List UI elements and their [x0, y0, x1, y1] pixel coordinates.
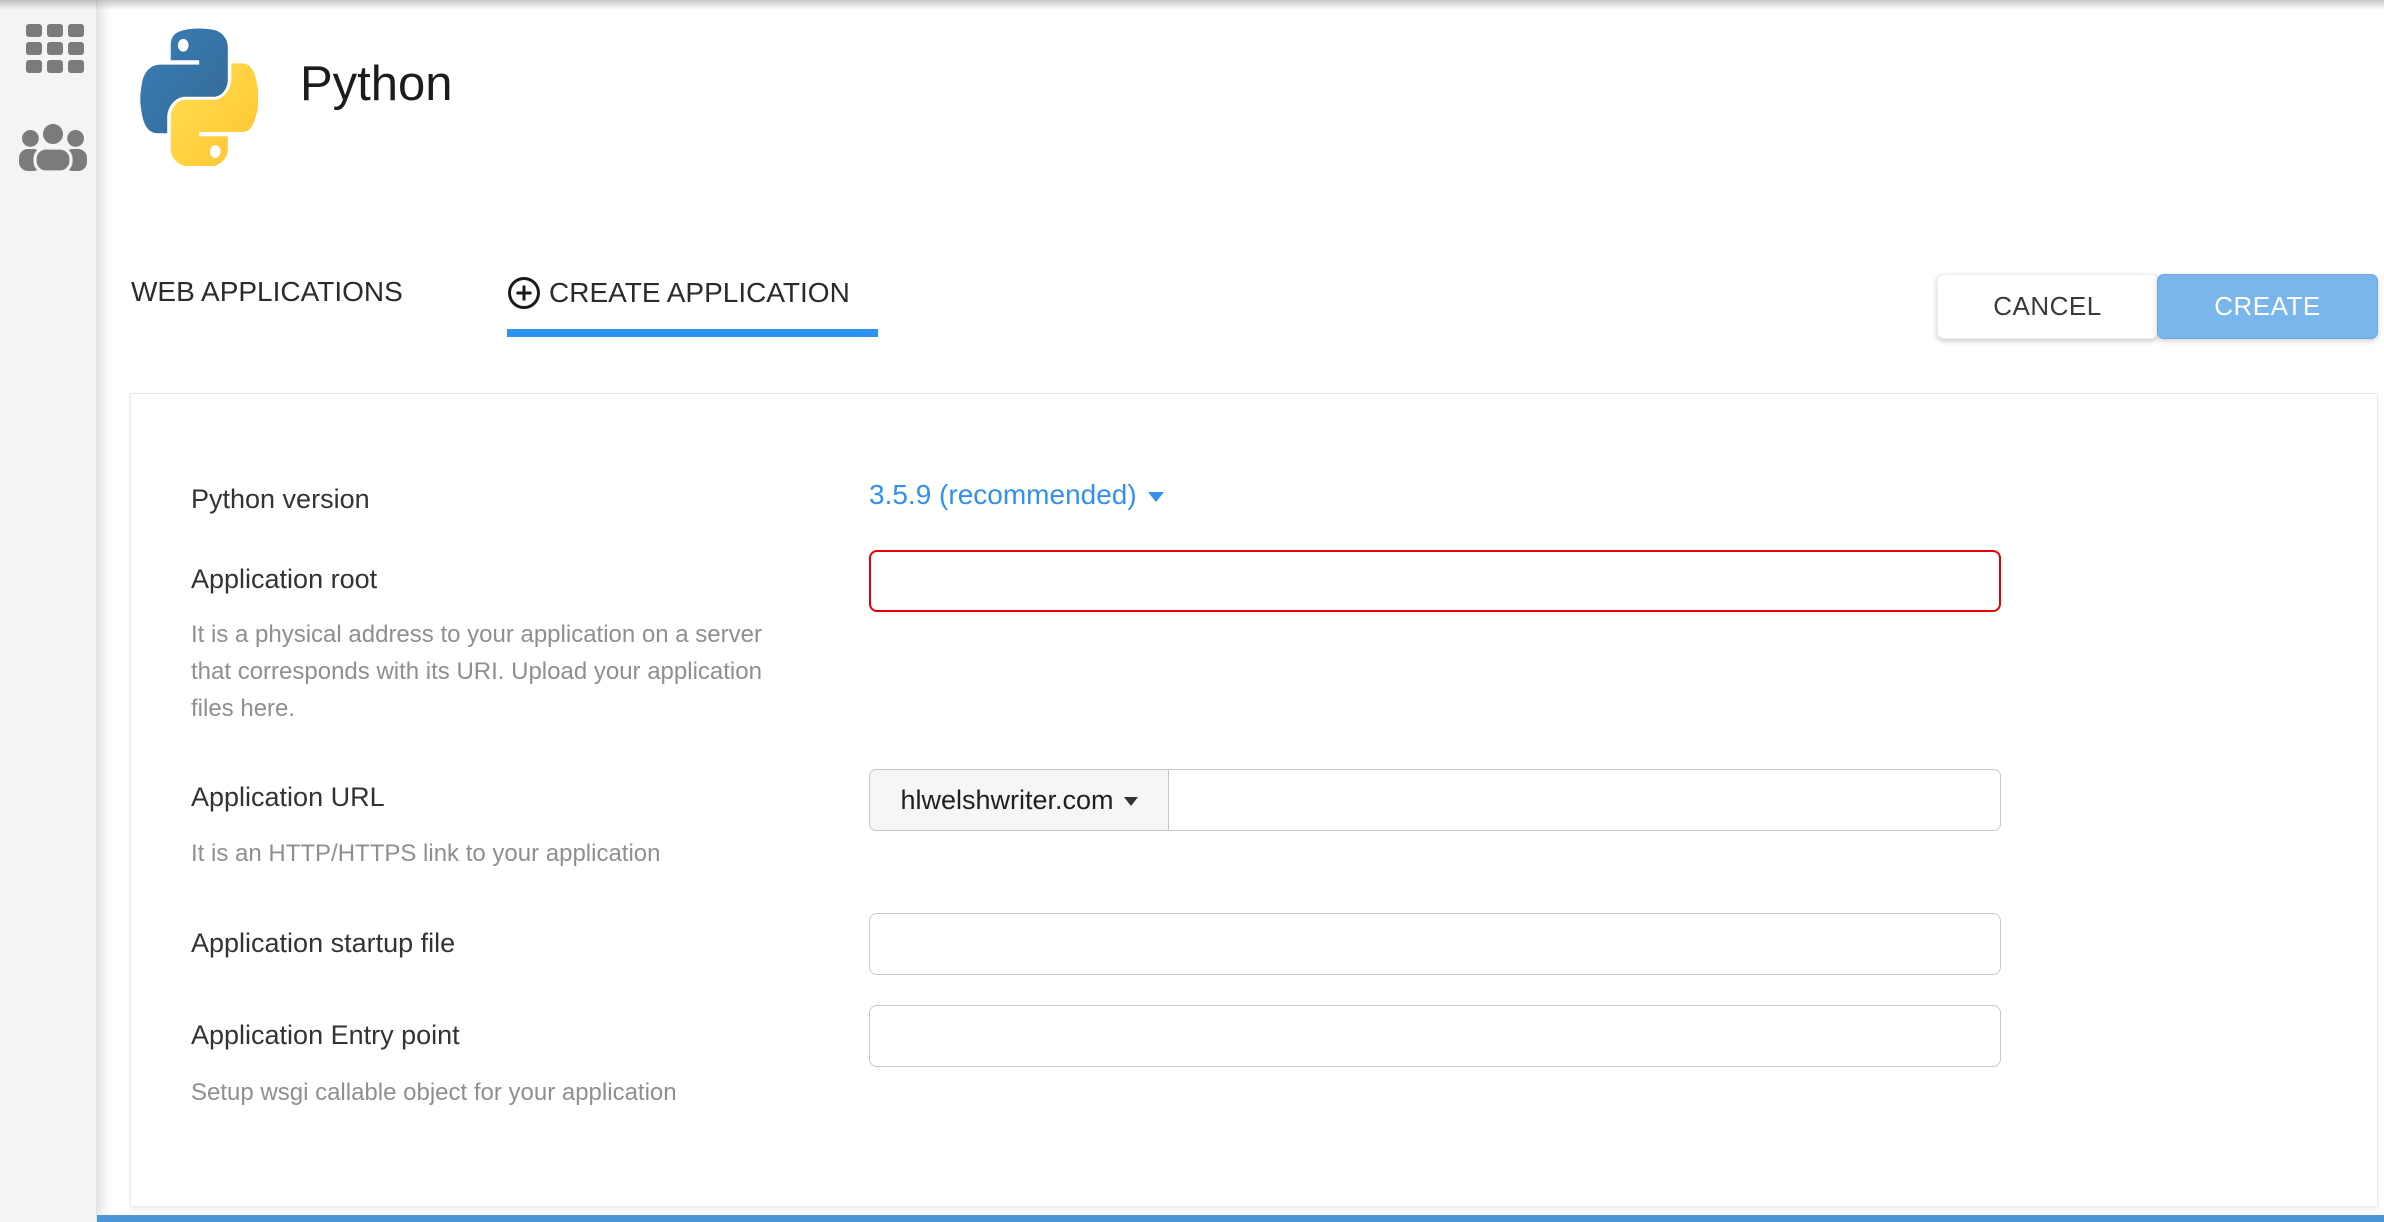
- tab-web-applications[interactable]: WEB APPLICATIONS: [131, 276, 403, 308]
- python-logo: [140, 26, 258, 166]
- application-url-description: It is an HTTP/HTTPS link to your applica…: [191, 835, 806, 872]
- application-root-input[interactable]: [869, 550, 2001, 612]
- apps-grid-icon[interactable]: [26, 24, 84, 76]
- python-version-value: 3.5.9 (recommended): [869, 479, 1137, 511]
- application-url-domain-select[interactable]: hlwelshwriter.com: [869, 769, 1169, 831]
- create-button[interactable]: CREATE: [2157, 274, 2378, 339]
- left-sidebar: [0, 0, 97, 1222]
- tab-create-application[interactable]: CREATE APPLICATION: [507, 276, 850, 310]
- application-root-label: Application root: [191, 564, 377, 595]
- python-version-label: Python version: [191, 484, 370, 515]
- domain-select-value: hlwelshwriter.com: [900, 785, 1113, 816]
- caret-down-icon: [1124, 797, 1138, 806]
- application-root-description: It is a physical address to your applica…: [191, 616, 806, 727]
- application-url-label: Application URL: [191, 782, 385, 813]
- cancel-button[interactable]: CANCEL: [1937, 274, 2158, 339]
- caret-down-icon: [1148, 492, 1164, 502]
- page-title: Python: [300, 56, 453, 112]
- top-inset-shadow: [0, 0, 2384, 10]
- application-entry-point-description: Setup wsgi callable object for your appl…: [191, 1074, 806, 1111]
- create-application-form: Python version 3.5.9 (recommended) Appli…: [130, 393, 2378, 1207]
- application-startup-file-input[interactable]: [869, 913, 2001, 975]
- active-tab-underline: [507, 329, 878, 337]
- application-startup-file-label: Application startup file: [191, 928, 455, 959]
- users-group-icon[interactable]: [18, 116, 88, 172]
- tab-create-label: CREATE APPLICATION: [549, 277, 850, 309]
- application-entry-point-label: Application Entry point: [191, 1020, 460, 1051]
- application-entry-point-input[interactable]: [869, 1005, 2001, 1067]
- horizontal-scrollbar[interactable]: [97, 1215, 2384, 1222]
- python-version-dropdown[interactable]: 3.5.9 (recommended): [869, 479, 1164, 511]
- plus-circle-icon: [507, 276, 541, 310]
- application-url-input[interactable]: [1169, 769, 2001, 831]
